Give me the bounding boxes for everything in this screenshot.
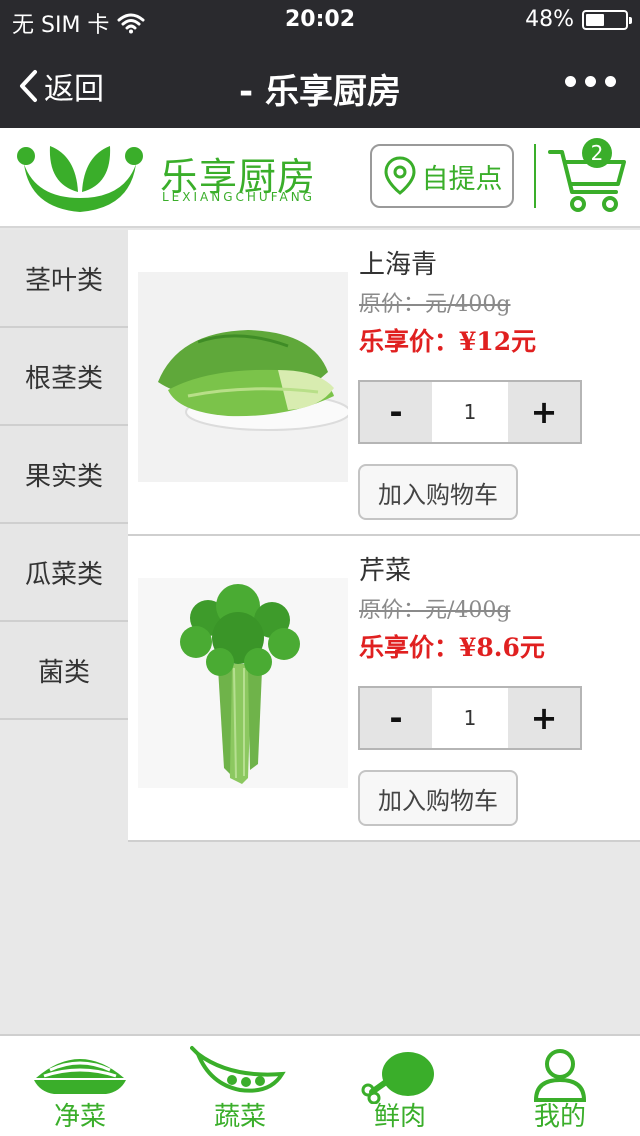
tab-vegetables[interactable]: 蔬菜	[160, 1036, 320, 1136]
add-to-cart-button[interactable]: 加入购物车	[358, 464, 518, 520]
cart-button[interactable]: 2	[548, 138, 628, 218]
category-label: 瓜菜类	[24, 559, 103, 590]
category-item[interactable]: 果实类	[0, 426, 128, 524]
tab-label: 蔬菜	[213, 1102, 266, 1132]
tab-label: 我的	[533, 1102, 586, 1132]
cart-count-badge: 2	[582, 138, 612, 168]
category-label: 果实类	[24, 461, 103, 492]
tab-label: 鲜肉	[373, 1102, 426, 1132]
category-label: 茎叶类	[24, 265, 103, 296]
quantity-stepper: - 1 +	[358, 686, 582, 750]
original-price: 原价：元/400g	[359, 598, 511, 623]
increment-button[interactable]: +	[508, 688, 580, 748]
product-name: 上海青	[359, 250, 438, 280]
more-menu-button[interactable]	[565, 76, 616, 87]
category-label: 根茎类	[24, 363, 103, 394]
tab-prepared-vegetables[interactable]: 净菜	[0, 1036, 160, 1136]
battery-percent: 48%	[525, 7, 574, 32]
header-divider	[534, 144, 536, 208]
original-price: 原价：元/400g	[359, 292, 511, 317]
page-title: - 乐享厨房	[239, 72, 401, 112]
tab-profile[interactable]: 我的	[480, 1036, 640, 1136]
quantity-stepper: - 1 +	[358, 380, 582, 444]
user-icon	[533, 1049, 587, 1102]
status-bar: 无 SIM 卡 20:02 48%	[0, 0, 640, 40]
decrement-button[interactable]: -	[360, 382, 432, 442]
bottom-tab-bar: 净菜 蔬菜 鲜肉 我的	[0, 1034, 640, 1136]
drumstick-icon	[361, 1052, 434, 1104]
tab-fresh-meat[interactable]: 鲜肉	[320, 1036, 480, 1136]
bowl-icon	[34, 1059, 126, 1094]
quantity-input[interactable]: 1	[432, 688, 508, 748]
product-card: 芹菜 原价：元/400g 乐享价：¥8.6元 - 1 + 加入购物车	[128, 536, 640, 842]
location-pin-icon	[383, 156, 416, 195]
category-item[interactable]: 瓜菜类	[0, 524, 128, 622]
peapod-icon	[190, 1046, 286, 1093]
dot-icon	[565, 76, 576, 87]
product-card: 上海青 原价：元/400g 乐享价：¥12元 - 1 + 加入购物车	[128, 230, 640, 536]
add-to-cart-button[interactable]: 加入购物车	[358, 770, 518, 826]
category-label: 菌类	[37, 657, 90, 688]
nav-bar: 返回 - 乐享厨房	[0, 40, 640, 128]
product-list: 上海青 原价：元/400g 乐享价：¥12元 - 1 + 加入购物车 芹菜 原价…	[128, 230, 640, 842]
pickup-label: 自提点	[421, 163, 503, 195]
product-name: 芹菜	[359, 556, 412, 586]
product-image-bok-choy	[138, 272, 348, 482]
increment-button[interactable]: +	[508, 382, 580, 442]
logo-subtext: LEXIANGCHUFANG	[162, 190, 315, 204]
tab-label: 净菜	[53, 1102, 106, 1132]
member-price: 乐享价：¥8.6元	[359, 633, 545, 662]
battery-icon	[582, 9, 632, 30]
dot-icon	[585, 76, 596, 87]
category-item[interactable]: 茎叶类	[0, 230, 128, 328]
shop-header: 乐享厨房 LEXIANGCHUFANG 自提点 2	[0, 128, 640, 228]
logo-mark	[17, 146, 143, 212]
member-price: 乐享价：¥12元	[359, 327, 537, 356]
pickup-point-button[interactable]: 自提点	[370, 144, 514, 208]
quantity-input[interactable]: 1	[432, 382, 508, 442]
category-item[interactable]: 菌类	[0, 622, 128, 720]
decrement-button[interactable]: -	[360, 688, 432, 748]
dot-icon	[605, 76, 616, 87]
category-item[interactable]: 根茎类	[0, 328, 128, 426]
product-image-celery	[138, 578, 348, 788]
category-sidebar: 茎叶类 根茎类 果实类 瓜菜类 菌类	[0, 230, 128, 720]
